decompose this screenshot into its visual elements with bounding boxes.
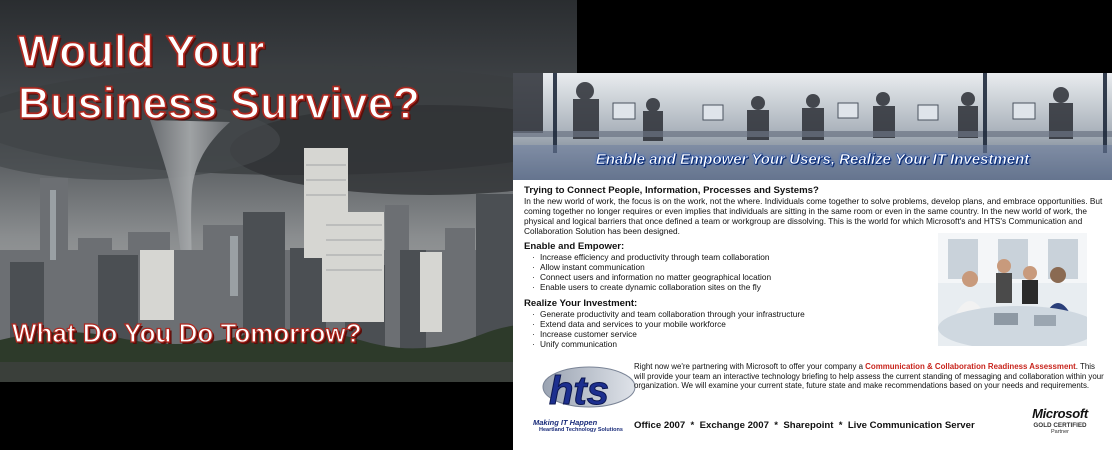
- assessment-offer: Right now we're partnering with Microsof…: [634, 362, 1104, 391]
- offer-highlight: Communication & Collaboration Readiness …: [865, 362, 1076, 371]
- headline-line-2: Business Survive?: [17, 78, 421, 129]
- offer-text-start: Right now we're partnering with Microsof…: [634, 362, 866, 371]
- headline-line-1: Would Your: [17, 26, 265, 77]
- hts-flyer: Enable and Empower Your Users, Realize Y…: [513, 73, 1112, 450]
- hts-logo-mark: hts: [542, 366, 636, 414]
- logo-letters: hts: [549, 369, 609, 413]
- poster-headline: Would Your Business Survive?: [17, 26, 421, 130]
- microsoft-partner-badge: Microsoft GOLD CERTIFIED Partner: [1018, 406, 1102, 435]
- partner-label: Partner: [1050, 429, 1070, 435]
- banner-title: Enable and Empower Your Users, Realize Y…: [595, 151, 1030, 169]
- tornado-poster: Would Your Business Survive? What Do You…: [0, 0, 577, 382]
- microsoft-logo: Microsoft: [1032, 406, 1088, 421]
- intro-paragraph: In the new world of work, the focus is o…: [524, 196, 1103, 236]
- intro-heading: Trying to Connect People, Information, P…: [524, 185, 819, 196]
- logo-tagline: Making IT Happen: [533, 418, 598, 427]
- office-banner: Enable and Empower Your Users, Realize Y…: [513, 73, 1112, 180]
- product-list: Office 2007 * Exchange 2007 * Sharepoint…: [634, 420, 975, 431]
- meeting-photo: [938, 233, 1098, 350]
- poster-tagline: What Do You Do Tomorrow?: [11, 317, 362, 348]
- logo-company: Heartland Technology Solutions: [539, 427, 623, 433]
- gold-certified-label: GOLD CERTIFIED: [1033, 422, 1087, 429]
